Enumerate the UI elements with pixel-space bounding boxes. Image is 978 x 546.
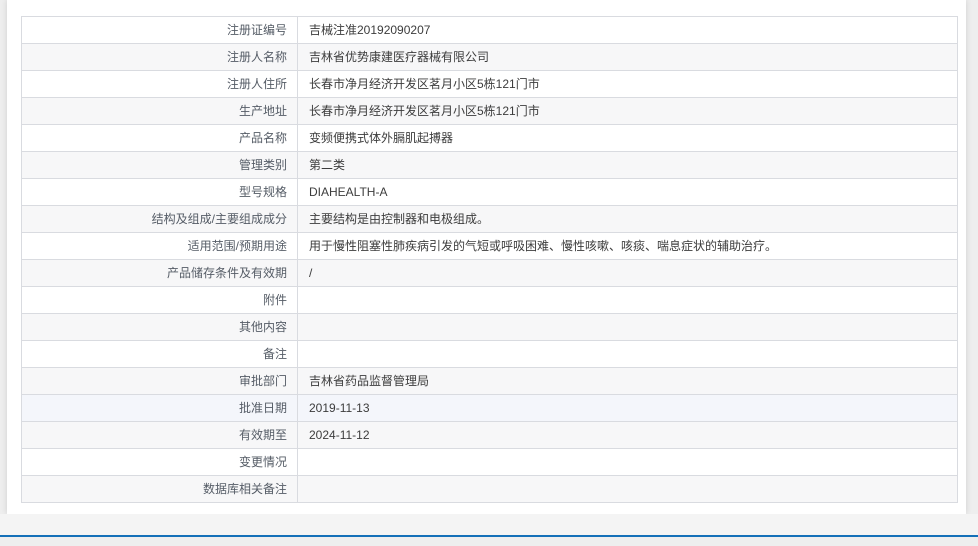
row-value: 2019-11-13 bbox=[297, 394, 958, 422]
row-label: 变更情况 bbox=[21, 448, 298, 476]
row-value: / bbox=[297, 259, 958, 287]
row-label: 产品储存条件及有效期 bbox=[21, 259, 298, 287]
row-label: 其他内容 bbox=[21, 313, 298, 341]
row-value: 用于慢性阻塞性肺疾病引发的气短或呼吸困难、慢性咳嗽、咳痰、喘息症状的辅助治疗。 bbox=[297, 232, 958, 260]
table-row: 批准日期 2019-11-13 bbox=[21, 394, 958, 422]
row-label: 注册人名称 bbox=[21, 43, 298, 71]
card-bottom-gap bbox=[0, 514, 978, 535]
row-value: 吉林省药品监督管理局 bbox=[297, 367, 958, 395]
row-label: 有效期至 bbox=[21, 421, 298, 449]
table-row: 变更情况 bbox=[21, 448, 958, 476]
table-row: 注册人住所 长春市净月经济开发区茗月小区5栋121门市 bbox=[21, 70, 958, 98]
row-value bbox=[297, 475, 958, 503]
table-row: 产品储存条件及有效期 / bbox=[21, 259, 958, 287]
table-row: 管理类别 第二类 bbox=[21, 151, 958, 179]
row-value: 主要结构是由控制器和电极组成。 bbox=[297, 205, 958, 233]
row-label: 数据库相关备注 bbox=[21, 475, 298, 503]
table-row: 结构及组成/主要组成成分 主要结构是由控制器和电极组成。 bbox=[21, 205, 958, 233]
row-label: 注册证编号 bbox=[21, 16, 298, 44]
row-value bbox=[297, 286, 958, 314]
row-value bbox=[297, 340, 958, 368]
row-label: 管理类别 bbox=[21, 151, 298, 179]
row-label: 型号规格 bbox=[21, 178, 298, 206]
footer-background-strip bbox=[0, 537, 978, 546]
row-value: 吉林省优势康建医疗器械有限公司 bbox=[297, 43, 958, 71]
table-row: 备注 bbox=[21, 340, 958, 368]
row-value: 长春市净月经济开发区茗月小区5栋121门市 bbox=[297, 70, 958, 98]
table-row: 附件 bbox=[21, 286, 958, 314]
registration-detail-table: 注册证编号 吉械注准20192090207 注册人名称 吉林省优势康建医疗器械有限公司… bbox=[21, 16, 958, 503]
table-row: 数据库相关备注 bbox=[21, 475, 958, 503]
row-value: DIAHEALTH-A bbox=[297, 178, 958, 206]
table-row: 注册证编号 吉械注准20192090207 bbox=[21, 16, 958, 44]
table-row: 产品名称 变频便携式体外膈肌起搏器 bbox=[21, 124, 958, 152]
table-row: 注册人名称 吉林省优势康建医疗器械有限公司 bbox=[21, 43, 958, 71]
row-label: 备注 bbox=[21, 340, 298, 368]
row-value: 2024-11-12 bbox=[297, 421, 958, 449]
detail-page-card: 注册证编号 吉械注准20192090207 注册人名称 吉林省优势康建医疗器械有限公司… bbox=[7, 0, 966, 514]
table-row: 其他内容 bbox=[21, 313, 958, 341]
row-label: 适用范围/预期用途 bbox=[21, 232, 298, 260]
table-row: 审批部门 吉林省药品监督管理局 bbox=[21, 367, 958, 395]
table-row: 有效期至 2024-11-12 bbox=[21, 421, 958, 449]
row-value: 第二类 bbox=[297, 151, 958, 179]
row-value bbox=[297, 313, 958, 341]
row-label: 批准日期 bbox=[21, 394, 298, 422]
row-label: 产品名称 bbox=[21, 124, 298, 152]
row-label: 结构及组成/主要组成成分 bbox=[21, 205, 298, 233]
table-row: 型号规格 DIAHEALTH-A bbox=[21, 178, 958, 206]
row-value: 长春市净月经济开发区茗月小区5栋121门市 bbox=[297, 97, 958, 125]
row-value: 吉械注准20192090207 bbox=[297, 16, 958, 44]
row-label: 注册人住所 bbox=[21, 70, 298, 98]
row-label: 附件 bbox=[21, 286, 298, 314]
row-value bbox=[297, 448, 958, 476]
table-row: 适用范围/预期用途 用于慢性阻塞性肺疾病引发的气短或呼吸困难、慢性咳嗽、咳痰、喘息… bbox=[21, 232, 958, 260]
registration-detail-table-body: 注册证编号 吉械注准20192090207 注册人名称 吉林省优势康建医疗器械有限公司… bbox=[21, 16, 958, 503]
table-row: 生产地址 长春市净月经济开发区茗月小区5栋121门市 bbox=[21, 97, 958, 125]
row-label: 生产地址 bbox=[21, 97, 298, 125]
row-value: 变频便携式体外膈肌起搏器 bbox=[297, 124, 958, 152]
row-label: 审批部门 bbox=[21, 367, 298, 395]
